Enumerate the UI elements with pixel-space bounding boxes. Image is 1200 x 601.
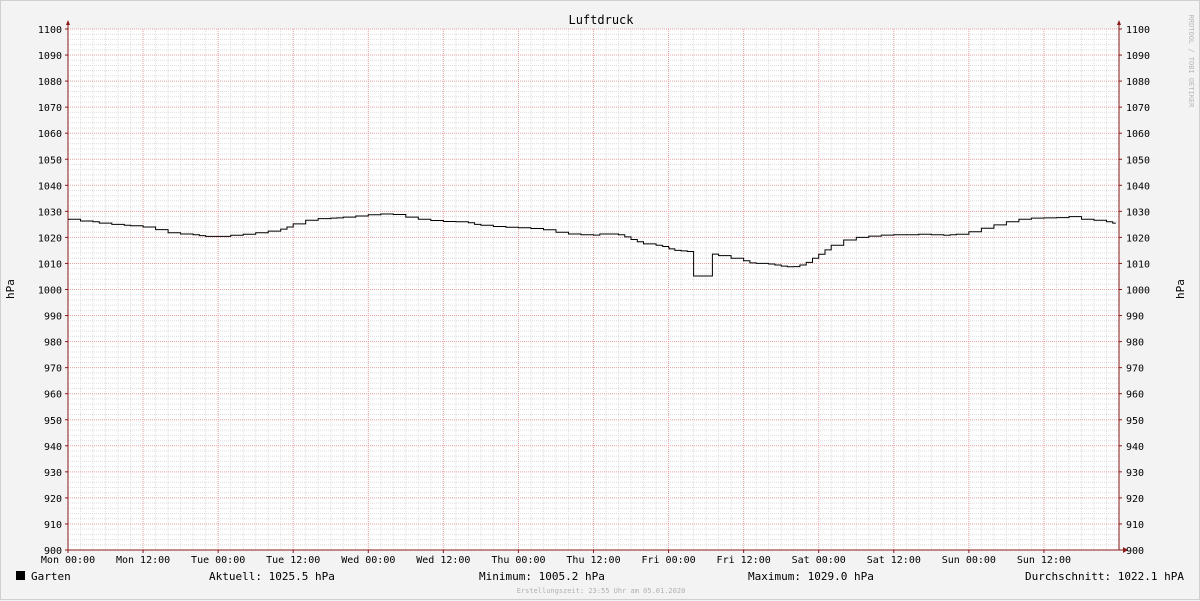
y-axis-label-right: hPa (1174, 279, 1187, 299)
y-tick-label: 1000 (1126, 286, 1150, 297)
y-tick-label: 930 (44, 468, 62, 479)
y-tick-labels-left: 9009109209309409509609709809901000101010… (38, 25, 62, 557)
y-tick-label: 1040 (1126, 181, 1150, 192)
y-tick-label: 1100 (1126, 25, 1150, 36)
y-axis-label-left: hPa (4, 279, 17, 299)
legend-swatch (16, 571, 25, 580)
stat-maximum: Maximum: 1029.0 hPa (748, 570, 874, 583)
watermark: RRDTOOL / TOBI OETIKER (1187, 15, 1195, 109)
y-axis-arrow-left (66, 20, 70, 25)
x-tick-label: Sat 00:00 (792, 555, 846, 566)
y-tick-label: 990 (44, 312, 62, 323)
y-tick-label: 1000 (38, 286, 62, 297)
y-tick-label: 1010 (1126, 259, 1150, 270)
legend-label: Garten (31, 570, 71, 583)
y-tick-label: 1090 (1126, 51, 1150, 62)
y-tick-label: 980 (1126, 338, 1144, 349)
x-tick-label: Sun 00:00 (942, 555, 996, 566)
y-tick-label: 940 (44, 442, 62, 453)
x-tick-label: Tue 12:00 (266, 555, 320, 566)
stat-aktuell: Aktuell: 1025.5 hPa (209, 570, 335, 583)
y-tick-label: 1100 (38, 25, 62, 36)
y-tick-label: 1070 (1126, 103, 1150, 114)
chart-title: Luftdruck (568, 13, 634, 27)
y-tick-label: 990 (1126, 312, 1144, 323)
y-tick-label: 900 (1126, 546, 1144, 557)
y-tick-label: 1030 (1126, 207, 1150, 218)
stat-minimum: Minimum: 1005.2 hPa (479, 570, 605, 583)
x-tick-label: Fri 00:00 (641, 555, 695, 566)
x-tick-label: Wed 12:00 (416, 555, 470, 566)
pressure-chart: 900 910 920 930 940 950 960 970 980 990 1000 1010 10… (4, 13, 1195, 595)
x-tick-label: Mon 12:00 (116, 555, 170, 566)
y-tick-label: 1060 (1126, 129, 1150, 140)
x-tick-label: Wed 00:00 (341, 555, 395, 566)
x-tick-label: Mon 00:00 (41, 555, 95, 566)
x-tick-label: Sat 12:00 (867, 555, 921, 566)
y-tick-label: 960 (1126, 390, 1144, 401)
y-tick-label: 970 (1126, 364, 1144, 375)
x-tick-label: Fri 12:00 (717, 555, 771, 566)
y-tick-label: 950 (44, 416, 62, 427)
x-tick-label: Thu 00:00 (491, 555, 545, 566)
x-tick-labels: Mon 00:00 Mon 12:00 Tue 00:00 Tue 12:00 Wed … (41, 555, 1071, 566)
y-tick-label: 920 (1126, 494, 1144, 505)
y-tick-label: 1070 (38, 103, 62, 114)
x-tick-label: Sun 12:00 (1017, 555, 1071, 566)
graph-frame: 900 910 920 930 940 950 960 970 980 990 1000 1010 10… (0, 0, 1200, 600)
y-tick-label: 980 (44, 338, 62, 349)
y-tick-label: 1080 (38, 77, 62, 88)
y-tick-labels-right: 900 910 920 930 940 950 960 970 980 990 1000 1010 10… (1126, 25, 1150, 557)
y-tick-label: 920 (44, 494, 62, 505)
y-tick-label: 1020 (1126, 233, 1150, 244)
y-tick-label: 910 (44, 520, 62, 531)
y-tick-label: 970 (44, 364, 62, 375)
y-tick-label: 1050 (38, 155, 62, 166)
y-tick-label: 930 (1126, 468, 1144, 479)
y-tick-label: 960 (44, 390, 62, 401)
y-tick-label: 1030 (38, 207, 62, 218)
y-tick-label: 1080 (1126, 77, 1150, 88)
y-tick-label: 1010 (38, 259, 62, 270)
y-tick-label: 1020 (38, 233, 62, 244)
y-tick-label: 1060 (38, 129, 62, 140)
y-tick-label: 1040 (38, 181, 62, 192)
y-axis-arrow-right (1117, 20, 1121, 25)
creation-time: Erstellungszeit: 23:55 Uhr am 05.01.2020 (517, 587, 686, 595)
y-tick-label: 1090 (38, 51, 62, 62)
stat-durchschnitt: Durchschnitt: 1022.1 hPA (1025, 570, 1184, 583)
y-tick-label: 950 (1126, 416, 1144, 427)
x-tick-label: Thu 12:00 (566, 555, 620, 566)
y-tick-label: 1050 (1126, 155, 1150, 166)
y-tick-label: 940 (1126, 442, 1144, 453)
y-tick-label: 910 (1126, 520, 1144, 531)
x-tick-label: Tue 00:00 (191, 555, 245, 566)
